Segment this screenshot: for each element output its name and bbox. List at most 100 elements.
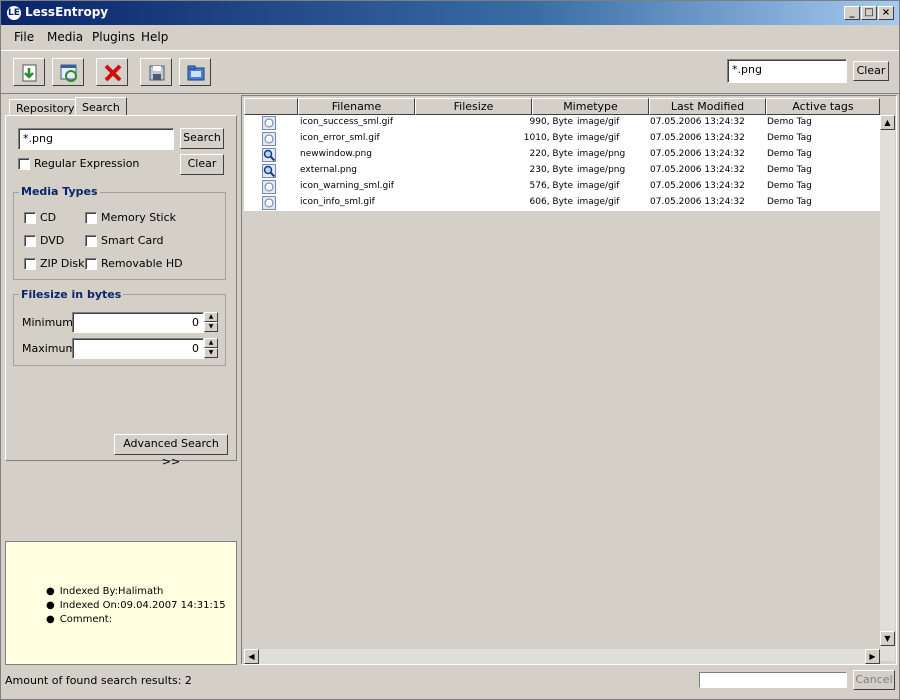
save-icon [149,65,165,81]
delete-button[interactable] [96,58,128,86]
table-body: icon_success_sml.gif 990, Byte image/gif 07… [244,115,880,211]
toolbar-clear-button[interactable]: Clear [853,61,889,81]
scroll-up-icon[interactable]: ▲ [880,115,895,130]
close-button[interactable]: × [878,6,894,20]
spinner-down-icon[interactable]: ▼ [204,322,218,332]
cell-filesize: 576, Byte [529,181,573,191]
search-input[interactable]: *.png [18,128,174,150]
horizontal-scrollbar[interactable]: ◀ ▶ [244,649,880,664]
import-button[interactable] [13,58,45,86]
cell-mimetype: image/png [577,165,626,175]
refresh-button[interactable] [52,58,84,86]
cell-mimetype: image/gif [577,197,620,207]
table-row[interactable]: icon_info_sml.gif 606, Byte image/gif 07.05… [244,195,880,211]
column-filename[interactable]: Filename [298,98,415,115]
cell-filename: newwindow.png [300,149,372,159]
scroll-right-icon[interactable]: ▶ [865,649,880,664]
info-box: Indexed By:Halimath Indexed On:09.04.200… [5,541,237,665]
smart-card-checkbox[interactable] [85,235,97,247]
spinner-up-icon[interactable]: ▲ [204,312,218,322]
image-file-icon [262,116,276,130]
table-row[interactable]: external.png 230, Byte image/png 07.05.2006… [244,163,880,179]
clear-button[interactable]: Clear [180,154,224,175]
cell-filesize: 1010, Byte [523,133,573,143]
menu-file[interactable]: File [14,30,34,44]
results-table: Filename Filesize Mimetype Last Modified… [241,95,897,665]
cell-filename: icon_error_sml.gif [300,133,380,143]
minimum-label: Minimum [22,316,73,329]
cell-filename: icon_info_sml.gif [300,197,375,207]
removable-hd-checkbox[interactable] [85,258,97,270]
zip-disk-checkbox[interactable] [24,258,36,270]
regex-checkbox[interactable] [18,158,30,170]
folder-icon [187,65,205,81]
maximum-spinner[interactable]: ▲ ▼ [204,338,218,358]
menu-plugins[interactable]: Plugins [92,30,135,44]
cell-active-tags: Demo Tag [767,149,812,159]
image-file-icon [262,196,276,210]
cell-mimetype: image/gif [577,181,620,191]
cell-filesize: 606, Byte [529,197,573,207]
cell-last-modified: 07.05.2006 13:24:32 [650,165,745,175]
cell-mimetype: image/gif [577,117,620,127]
table-row[interactable]: icon_warning_sml.gif 576, Byte image/gif 07… [244,179,880,195]
save-button[interactable] [140,58,172,86]
cell-filename: icon_warning_sml.gif [300,181,394,191]
table-row[interactable]: newwindow.png 220, Byte image/png 07.05.200… [244,147,880,163]
cd-checkbox[interactable] [24,212,36,224]
minimize-button[interactable]: _ [844,6,860,20]
open-folder-button[interactable] [179,58,211,86]
cell-filename: icon_success_sml.gif [300,117,394,127]
app-window: LE LessEntropy _ □ × File Media Plugins … [0,0,900,700]
menu-help[interactable]: Help [141,30,168,44]
cell-last-modified: 07.05.2006 13:24:32 [650,133,745,143]
app-logo-icon: LE [7,6,21,20]
delete-icon [104,64,122,82]
cell-last-modified: 07.05.2006 13:24:32 [650,117,745,127]
left-panel: Repository Search *.png Search Regular E… [5,95,237,665]
menu-media[interactable]: Media [47,30,83,44]
search-panel: *.png Search Regular Expression Clear Me… [5,115,237,468]
dvd-label: DVD [40,234,65,247]
spinner-up-icon[interactable]: ▲ [204,338,218,348]
column-last-modified[interactable]: Last Modified [649,98,766,115]
advanced-search-button[interactable]: Advanced Search >> [114,434,228,468]
smart-card-label: Smart Card [101,234,164,247]
info-indexed-by: Indexed By:Halimath [46,586,164,597]
media-types-title: Media Types [19,185,100,198]
column-active-tags[interactable]: Active tags [766,98,880,115]
cancel-button[interactable]: Cancel [853,670,895,690]
memory-stick-label: Memory Stick [101,211,177,224]
table-row[interactable]: icon_error_sml.gif 1010, Byte image/gif 07.… [244,131,880,147]
cell-active-tags: Demo Tag [767,133,812,143]
tab-repository[interactable]: Repository [9,99,82,115]
vertical-scrollbar[interactable]: ▲ ▼ [880,115,895,661]
maximize-button[interactable]: □ [861,6,877,20]
cell-filesize: 220, Byte [529,149,573,159]
minimum-spinner[interactable]: ▲ ▼ [204,312,218,332]
tab-search[interactable]: Search [75,97,127,116]
cell-filename: external.png [300,165,358,175]
column-icon[interactable] [244,98,298,115]
scroll-down-icon[interactable]: ▼ [880,631,895,646]
maximum-label: Maximum [22,342,77,355]
zip-disk-label: ZIP Disk [40,257,85,270]
maximum-input[interactable]: 0 [72,338,204,359]
column-mimetype[interactable]: Mimetype [532,98,649,115]
minimum-input[interactable]: 0 [72,312,204,333]
cell-mimetype: image/gif [577,133,620,143]
magnifier-file-icon [262,164,276,178]
memory-stick-checkbox[interactable] [85,212,97,224]
scroll-left-icon[interactable]: ◀ [244,649,259,664]
regex-label: Regular Expression [34,157,140,170]
search-button[interactable]: Search [180,128,224,149]
column-filesize[interactable]: Filesize [415,98,532,115]
cell-last-modified: 07.05.2006 13:24:32 [650,149,745,159]
info-indexed-on: Indexed On:09.04.2007 14:31:15 [46,600,226,611]
table-row[interactable]: icon_success_sml.gif 990, Byte image/gif 07… [244,115,880,131]
toolbar-search-input[interactable]: *.png [727,59,847,83]
spinner-down-icon[interactable]: ▼ [204,348,218,358]
cell-active-tags: Demo Tag [767,181,812,191]
import-icon [22,64,37,82]
dvd-checkbox[interactable] [24,235,36,247]
